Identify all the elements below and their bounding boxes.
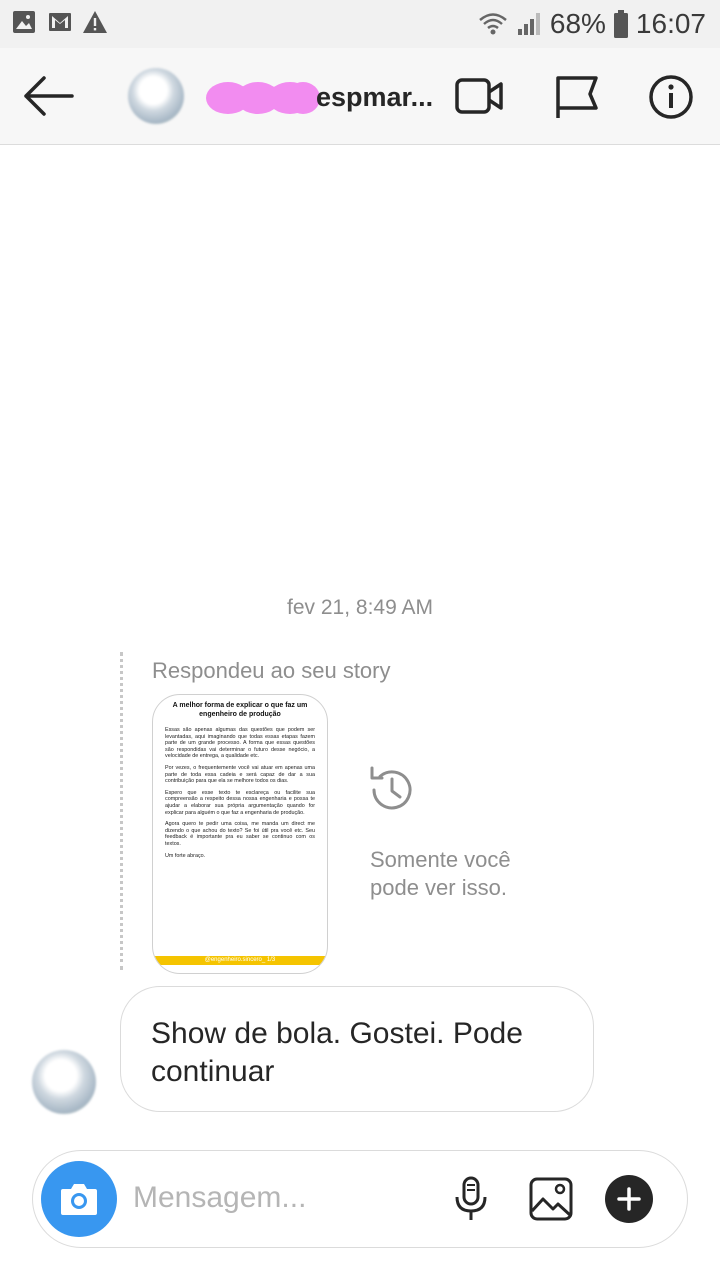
gmail-icon [49, 13, 71, 31]
username[interactable]: espmar... [316, 82, 433, 113]
back-arrow-icon[interactable] [22, 76, 74, 116]
camera-icon [61, 1184, 97, 1215]
story-footer-bar: @engenheiro.sincero_ 1/3 [153, 956, 327, 965]
microphone-icon[interactable] [447, 1175, 495, 1223]
camera-button[interactable] [41, 1161, 117, 1237]
private-note-line: pode ver isso. [370, 875, 507, 900]
signal-icon [517, 13, 540, 35]
flag-icon[interactable] [554, 74, 600, 120]
more-options-button[interactable] [605, 1175, 653, 1223]
video-call-icon[interactable] [454, 76, 506, 116]
message-input[interactable] [133, 1173, 413, 1223]
story-paragraph: Por vezes, o frequentemente você vai atu… [165, 764, 315, 785]
message-composer [32, 1150, 688, 1248]
story-thumbnail[interactable]: A melhor forma de explicar o que faz um … [152, 694, 328, 974]
message-bubble[interactable]: Show de bola. Gostei. Pode continuar [120, 986, 594, 1112]
status-bar: 68% 16:07 [0, 0, 720, 48]
image-icon [13, 11, 35, 33]
warning-icon [83, 11, 107, 33]
chat-header: espmar... [0, 48, 720, 145]
gallery-icon[interactable] [527, 1175, 575, 1223]
username-redaction [206, 82, 320, 114]
story-reply-label: Respondeu ao seu story [152, 658, 391, 683]
history-icon [370, 766, 412, 810]
private-note-line: Somente você [370, 847, 511, 872]
story-paragraph: Essas são apenas algumas das questões qu… [165, 727, 315, 760]
avatar[interactable] [128, 68, 184, 124]
private-note: Somente você pode ver isso. [370, 846, 511, 902]
battery-icon [613, 10, 628, 38]
info-icon[interactable] [648, 74, 694, 120]
story-paragraph: Agora quero te pedir uma coisa, me manda… [165, 821, 315, 847]
reply-divider [120, 652, 123, 970]
clock: 16:07 [635, 8, 706, 39]
sender-avatar[interactable] [32, 1050, 96, 1114]
plus-icon [617, 1187, 641, 1211]
message-timestamp: fev 21, 8:49 AM [287, 596, 433, 619]
story-paragraph: Espero que esse texto te esclareça ou fa… [165, 789, 315, 816]
battery-percent: 68% [549, 8, 606, 39]
story-title: A melhor forma de explicar o que faz um … [172, 702, 308, 718]
wifi-icon [479, 13, 507, 35]
story-paragraph: Um forte abraço. [165, 852, 206, 859]
story-text: Essas são apenas algumas das questões qu… [165, 727, 315, 864]
